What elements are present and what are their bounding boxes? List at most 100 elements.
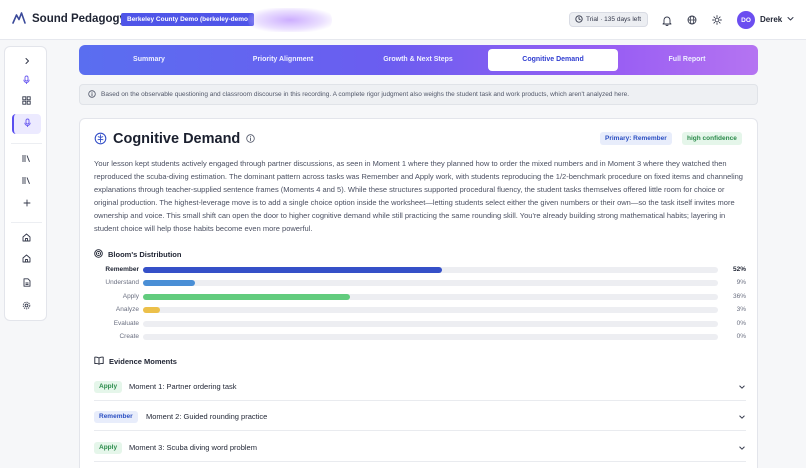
sun-icon[interactable]	[710, 13, 724, 27]
user-name[interactable]: Derek	[760, 15, 782, 24]
chevron-down-icon[interactable]	[738, 413, 746, 423]
globe-icon[interactable]	[685, 13, 699, 27]
chevron-down-icon[interactable]	[738, 383, 746, 393]
sidebar-item-resources[interactable]	[12, 171, 41, 191]
page-title: Cognitive Demand	[113, 131, 241, 147]
tab-full-report[interactable]: Full Report	[627, 49, 747, 71]
building-icon	[22, 254, 31, 265]
sidebar-item-library[interactable]	[12, 149, 41, 169]
sidebar-item-documents[interactable]	[12, 273, 41, 293]
bloom-level-label: Understand	[105, 279, 139, 287]
bloom-level-percent: 36%	[732, 292, 746, 300]
sidebar-expand-button[interactable]	[12, 52, 41, 72]
sidebar-item-settings[interactable]	[12, 296, 41, 316]
microphone-icon	[22, 75, 31, 87]
wave-logo-icon	[12, 12, 26, 26]
evidence-moment[interactable]: Remember Moment 2: Guided rounding pract…	[94, 401, 746, 431]
bloom-level-percent: 0%	[736, 333, 746, 340]
bloom-row: Analyze 3%	[94, 305, 746, 315]
bloom-bar-track	[143, 320, 718, 327]
sidebar-item-school[interactable]	[12, 228, 41, 248]
sidebar	[4, 46, 47, 321]
brain-icon	[94, 132, 107, 147]
bloom-bar-track	[143, 280, 718, 287]
chevron-right-icon	[23, 57, 31, 67]
brand[interactable]: Sound Pedagogy	[12, 12, 126, 26]
book-open-icon	[94, 356, 104, 367]
bloom-level-tag: Remember	[94, 411, 138, 423]
gear-icon	[22, 301, 31, 312]
confidence-badge: high confidence	[682, 132, 742, 145]
org-selector[interactable]: Berkeley County Demo (berkeley-demo	[121, 13, 255, 26]
bloom-level-label: Apply	[122, 292, 139, 300]
avatar[interactable]: DO	[737, 11, 755, 29]
bloom-level-percent: 3%	[736, 306, 746, 314]
sidebar-item-recordings[interactable]	[12, 114, 41, 134]
bell-icon[interactable]	[660, 13, 674, 27]
sidebar-item-record[interactable]	[12, 71, 41, 91]
report-tabs: Summary Priority Alignment Growth & Next…	[79, 45, 758, 75]
moment-title: Moment 3: Scuba diving word problem	[129, 443, 257, 452]
bloom-bar-track	[143, 293, 718, 300]
info-icon	[88, 89, 96, 100]
sidebar-item-add[interactable]	[12, 194, 41, 214]
building-icon	[22, 233, 31, 244]
sidebar-item-dashboard[interactable]	[12, 91, 41, 111]
bloom-bar-track	[143, 307, 718, 314]
evidence-moment[interactable]: Apply Moment 1: Partner ordering task	[94, 371, 746, 401]
summary-text: Your lesson kept students actively engag…	[94, 159, 743, 233]
bloom-row: Create 0%	[94, 332, 746, 342]
bloom-level-percent: 9%	[736, 279, 746, 287]
bloom-row: Understand 9%	[94, 278, 746, 288]
evidence-heading-text: Evidence Moments	[109, 357, 177, 366]
bloom-bar-track	[143, 334, 718, 340]
sidebar-item-district[interactable]	[12, 249, 41, 269]
trial-text: Trial · 135 days left	[586, 16, 642, 23]
org-highlight	[248, 8, 332, 32]
clock-icon	[575, 14, 583, 25]
chevron-down-icon[interactable]	[738, 444, 746, 454]
trial-badge[interactable]: Trial · 135 days left	[569, 12, 649, 27]
brand-name: Sound Pedagogy	[32, 13, 126, 25]
bloom-level-label: Create	[119, 333, 139, 340]
bloom-row: Remember 52%	[94, 265, 746, 275]
bloom-bar-fill	[143, 307, 161, 314]
bloom-row: Apply 36%	[94, 292, 746, 302]
tab-summary[interactable]: Summary	[89, 49, 209, 71]
info-banner: Based on the observable questioning and …	[79, 84, 758, 105]
moment-title: Moment 2: Guided rounding practice	[146, 412, 268, 421]
bloom-bar-fill	[143, 267, 442, 273]
evidence-moment[interactable]: Apply Moment 3: Scuba diving word proble…	[94, 432, 746, 462]
info-circle-icon[interactable]	[246, 133, 255, 145]
card-title: Cognitive Demand	[94, 131, 255, 147]
bloom-level-tag: Apply	[94, 381, 123, 393]
books-icon	[22, 154, 31, 165]
sidebar-divider	[11, 143, 42, 144]
books-icon	[22, 176, 31, 187]
primary-level-badge: Primary: Remember	[600, 132, 672, 145]
top-bar: Sound Pedagogy Berkeley County Demo (ber…	[0, 0, 806, 40]
bloom-level-percent: 0%	[736, 319, 746, 327]
bloom-bar-fill	[143, 293, 350, 300]
bloom-level-percent: 52%	[732, 266, 746, 273]
bloom-bar-fill	[143, 280, 195, 287]
chevron-down-icon[interactable]	[786, 14, 795, 25]
cognitive-demand-card: Cognitive Demand Primary: Remember high …	[79, 118, 758, 468]
bloom-level-tag: Apply	[94, 442, 123, 454]
bloom-level-label: Analyze	[115, 306, 139, 314]
evidence-heading: Evidence Moments	[94, 356, 177, 367]
moment-title: Moment 1: Partner ordering task	[129, 382, 237, 391]
info-banner-text: Based on the observable questioning and …	[101, 91, 630, 98]
blooms-heading-text: Bloom's Distribution	[108, 250, 182, 259]
blooms-heading: Bloom's Distribution	[94, 249, 181, 260]
tab-cognitive-demand[interactable]: Cognitive Demand	[488, 49, 618, 71]
tab-growth-next-steps[interactable]: Growth & Next Steps	[358, 49, 478, 71]
bloom-bar-track	[143, 267, 718, 273]
grid-icon	[22, 95, 31, 107]
bloom-row: Evaluate 0%	[94, 319, 746, 329]
tab-priority-alignment[interactable]: Priority Alignment	[223, 49, 343, 71]
document-icon	[23, 277, 31, 289]
target-icon	[94, 249, 103, 260]
bloom-level-label: Remember	[105, 266, 139, 273]
microphone-icon	[23, 118, 32, 130]
